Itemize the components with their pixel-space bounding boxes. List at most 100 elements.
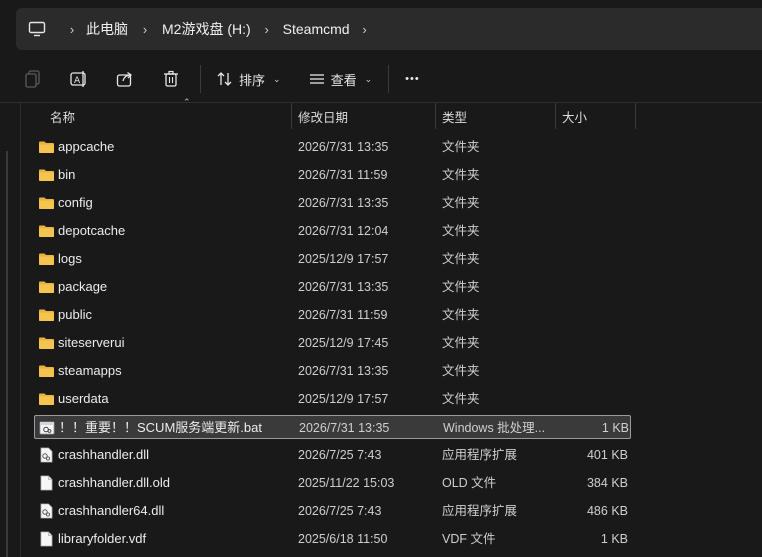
- file-row[interactable]: libraryfolder.vdf 2025/6/18 11:50 VDF 文件 1 …: [34, 527, 631, 551]
- breadcrumb-this-pc[interactable]: 此电脑: [86, 19, 128, 39]
- file-row[interactable]: steamapps 2026/7/31 13:35 文件夹: [34, 359, 631, 383]
- column-header-name-label: 名称: [50, 110, 76, 125]
- file-size: [534, 359, 628, 383]
- column-header-name[interactable]: 名称: [21, 103, 292, 129]
- folder-icon: [37, 135, 55, 159]
- breadcrumb-separator-icon[interactable]: ›: [128, 22, 162, 37]
- file-size: [534, 387, 628, 411]
- file-date-modified: 2025/12/9 17:57: [298, 392, 389, 406]
- file-date-modified: 2026/7/31 12:04: [298, 224, 389, 238]
- column-header-bar: ⌃ 名称 修改日期 类型 大小: [21, 97, 762, 129]
- folder-icon: [37, 303, 55, 327]
- delete-icon[interactable]: [148, 62, 194, 96]
- file-row[interactable]: public 2026/7/31 11:59 文件夹: [34, 303, 631, 327]
- batch-file-icon: [38, 416, 56, 440]
- column-header-date[interactable]: 修改日期: [292, 103, 436, 129]
- sort-icon: [217, 72, 232, 86]
- file-name: crashhandler.dll: [58, 447, 150, 462]
- file-row[interactable]: crashhandler.dll 2026/7/25 7:43 应用程序扩展 401 …: [34, 443, 631, 467]
- rename-icon[interactable]: A: [56, 62, 102, 96]
- file-date-modified: 2025/12/9 17:45: [298, 336, 389, 350]
- file-date-modified: 2025/11/22 15:03: [298, 476, 395, 490]
- svg-text:A: A: [74, 76, 81, 86]
- file-size: 1 KB: [601, 421, 629, 435]
- file-date-modified: 2026/7/25 7:43: [298, 448, 382, 462]
- file-date-modified: 2026/7/31 11:59: [298, 308, 388, 322]
- file-date-modified: 2026/7/31 13:35: [298, 280, 389, 294]
- file-name: logs: [58, 251, 82, 266]
- share-icon[interactable]: [102, 62, 148, 96]
- sort-label: 排序: [239, 72, 266, 88]
- file-row[interactable]: bin 2026/7/31 11:59 文件夹: [34, 163, 631, 187]
- column-header-type[interactable]: 类型: [436, 103, 556, 129]
- file-date-modified: 2026/7/31 13:35: [299, 421, 390, 435]
- file-row[interactable]: depotcache 2026/7/31 12:04 文件夹: [34, 219, 631, 243]
- file-date-modified: 2026/7/31 13:35: [298, 196, 389, 210]
- file-row[interactable]: crashhandler.dll.old 2025/11/22 15:03 OLD …: [34, 471, 631, 495]
- file-name: config: [58, 195, 93, 210]
- file-size: [534, 219, 628, 243]
- address-bar[interactable]: › 此电脑 › M2游戏盘 (H:) › Steamcmd ›: [16, 8, 762, 50]
- file-name: userdata: [58, 391, 109, 406]
- generic-file-icon: [37, 471, 55, 495]
- generic-file-icon: [37, 527, 55, 551]
- folder-icon: [37, 247, 55, 271]
- file-row[interactable]: package 2026/7/31 13:35 文件夹: [34, 275, 631, 299]
- folder-icon: [37, 331, 55, 355]
- file-size: [534, 163, 628, 187]
- column-header-size[interactable]: 大小: [556, 103, 636, 129]
- file-size: 384 KB: [586, 476, 628, 490]
- file-name: public: [58, 307, 92, 322]
- file-name: bin: [58, 167, 76, 182]
- toolbar-divider: [200, 65, 201, 93]
- breadcrumb-drive[interactable]: M2游戏盘 (H:): [162, 19, 251, 39]
- file-row[interactable]: logs 2025/12/9 17:57 文件夹: [34, 247, 631, 271]
- file-row[interactable]: userdata 2025/12/9 17:57 文件夹: [34, 387, 631, 411]
- file-date-modified: 2026/7/31 13:35: [298, 140, 389, 154]
- file-size: 486 KB: [586, 504, 628, 518]
- sort-button[interactable]: 排序 ⌄: [207, 62, 291, 96]
- file-row[interactable]: config 2026/7/31 13:35 文件夹: [34, 191, 631, 215]
- file-size: [534, 275, 628, 299]
- file-name: ！！重要！！SCUM服务端更新.bat: [59, 420, 262, 435]
- file-row[interactable]: appcache 2026/7/31 13:35 文件夹: [34, 135, 631, 159]
- chevron-down-icon: ⌄: [273, 73, 281, 84]
- file-name: crashhandler.dll.old: [58, 475, 171, 490]
- file-date-modified: 2025/6/18 11:50: [298, 532, 388, 546]
- view-label: 查看: [330, 72, 357, 88]
- file-name: steamapps: [58, 363, 122, 378]
- file-size: [534, 303, 628, 327]
- file-row[interactable]: siteserverui 2025/12/9 17:45 文件夹: [34, 331, 631, 355]
- file-date-modified: 2026/7/31 13:35: [298, 364, 389, 378]
- breadcrumb-separator-icon[interactable]: ›: [350, 22, 380, 37]
- column-header-size-label: 大小: [562, 110, 588, 125]
- file-size: 401 KB: [586, 448, 628, 462]
- folder-icon: [37, 163, 55, 187]
- folder-icon: [37, 359, 55, 383]
- file-size: 1 KB: [600, 532, 628, 546]
- file-name: package: [58, 279, 108, 294]
- file-date-modified: 2025/12/9 17:57: [298, 252, 389, 266]
- file-name: siteserverui: [58, 335, 125, 350]
- copy-icon[interactable]: [10, 62, 56, 96]
- toolbar-divider: [388, 65, 390, 93]
- file-row[interactable]: crashhandler64.dll 2026/7/25 7:43 应用程序扩展 48…: [34, 499, 631, 523]
- file-row[interactable]: ！！重要！！SCUM服务端更新.bat 2026/7/31 13:35 Window…: [34, 415, 631, 439]
- view-button[interactable]: 查看 ⌄: [299, 62, 383, 96]
- navigation-pane[interactable]: [0, 103, 21, 557]
- navigation-scrollbar[interactable]: [6, 151, 8, 557]
- dll-file-icon: [37, 499, 55, 523]
- file-date-modified: 2026/7/31 11:59: [298, 168, 388, 182]
- computer-icon[interactable]: [16, 8, 58, 50]
- more-options-icon[interactable]: •••: [395, 62, 430, 96]
- folder-icon: [37, 275, 55, 299]
- file-size: [534, 191, 628, 215]
- file-size: [534, 247, 628, 271]
- view-list-icon: [309, 74, 324, 84]
- file-name: libraryfolder.vdf: [58, 531, 147, 546]
- folder-icon: [37, 387, 55, 411]
- breadcrumb-separator-icon[interactable]: ›: [251, 22, 283, 37]
- breadcrumb-steamcmd[interactable]: Steamcmd: [283, 21, 350, 37]
- chevron-down-icon: ⌄: [364, 73, 373, 84]
- breadcrumb-separator-icon[interactable]: ›: [58, 22, 86, 37]
